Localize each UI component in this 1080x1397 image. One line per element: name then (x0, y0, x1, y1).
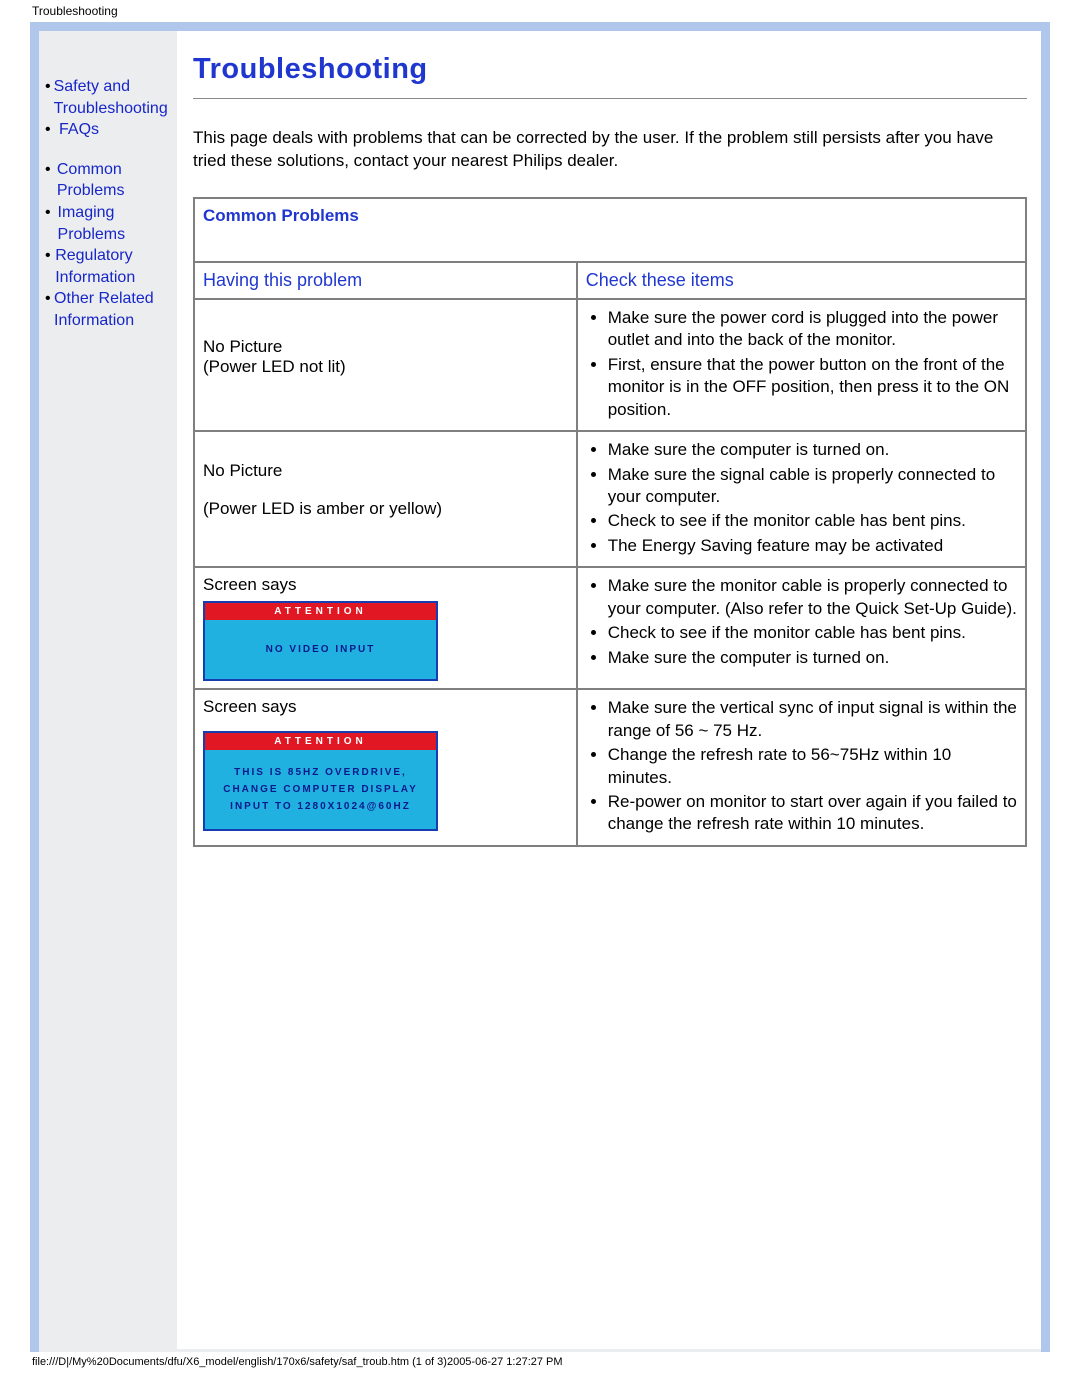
section-title: Common Problems (203, 206, 359, 225)
list-item: Make sure the vertical sync of input sig… (608, 697, 1017, 742)
list-item: Make sure the monitor cable is properly … (608, 575, 1017, 620)
list-item: Check to see if the monitor cable has be… (608, 510, 1017, 532)
col-head-check: Check these items (586, 270, 734, 290)
osd-attention-label: ATTENTION (205, 733, 436, 750)
intro-text: This page deals with problems that can b… (193, 127, 1027, 173)
check-list: Make sure the monitor cable is properly … (608, 575, 1017, 669)
sidebar-item-other-related-information[interactable]: Other Related Information (54, 288, 173, 331)
page-title: Troubleshooting (193, 53, 1027, 86)
problem-text: No Picture (203, 461, 568, 481)
osd-no-video-input: ATTENTION NO VIDEO INPUT (203, 601, 438, 681)
list-item: Make sure the signal cable is properly c… (608, 464, 1017, 509)
check-list: Make sure the power cord is plugged into… (608, 307, 1017, 421)
problem-text: No Picture (203, 337, 568, 357)
divider (193, 98, 1027, 99)
bullet-icon: • (45, 202, 58, 245)
osd-overdrive: ATTENTION THIS IS 85HZ OVERDRIVE, CHANGE… (203, 731, 438, 831)
list-item: Check to see if the monitor cable has be… (608, 622, 1017, 644)
bullet-icon: • (45, 119, 59, 141)
osd-attention-label: ATTENTION (205, 603, 436, 620)
check-list: Make sure the vertical sync of input sig… (608, 697, 1017, 836)
content-area: Troubleshooting This page deals with pro… (177, 31, 1041, 1349)
list-item: First, ensure that the power button on t… (608, 354, 1017, 421)
osd-body-text: THIS IS 85HZ OVERDRIVE, CHANGE COMPUTER … (205, 750, 436, 829)
page-frame: • Safety and Troubleshooting • FAQs • Co… (30, 22, 1050, 1352)
list-item: Re-power on monitor to start over again … (608, 791, 1017, 836)
bullet-icon: • (45, 76, 54, 119)
table-row: No Picture (Power LED not lit) Make sure… (194, 299, 1026, 431)
table-row: No Picture (Power LED is amber or yellow… (194, 431, 1026, 567)
problem-text: Screen says (203, 575, 568, 595)
bullet-icon: • (45, 288, 54, 331)
list-item: Make sure the power cord is plugged into… (608, 307, 1017, 352)
sidebar-item-faqs[interactable]: FAQs (59, 119, 99, 141)
sidebar-item-regulatory-information[interactable]: Regulatory Information (55, 245, 173, 288)
table-row: Screen says ATTENTION THIS IS 85HZ OVERD… (194, 689, 1026, 846)
sidebar-item-safety-troubleshooting[interactable]: Safety and Troubleshooting (54, 76, 173, 119)
list-item: Make sure the computer is turned on. (608, 439, 1017, 461)
problem-subtext: (Power LED not lit) (203, 357, 568, 377)
col-head-problem: Having this problem (203, 270, 362, 290)
problem-text: Screen says (203, 697, 568, 717)
problem-subtext: (Power LED is amber or yellow) (203, 499, 568, 519)
list-item: The Energy Saving feature may be activat… (608, 535, 1017, 557)
footer-path: file:///D|/My%20Documents/dfu/X6_model/e… (0, 1352, 1080, 1374)
window-title: Troubleshooting (0, 0, 1080, 22)
sidebar: • Safety and Troubleshooting • FAQs • Co… (39, 31, 177, 332)
sidebar-item-common-problems[interactable]: Common Problems (57, 159, 173, 202)
table-row: Screen says ATTENTION NO VIDEO INPUT Mak… (194, 567, 1026, 689)
osd-body-text: NO VIDEO INPUT (205, 620, 436, 679)
sidebar-item-imaging-problems[interactable]: Imaging Problems (58, 202, 173, 245)
bullet-icon: • (45, 245, 55, 288)
check-list: Make sure the computer is turned on. Mak… (608, 439, 1017, 557)
list-item: Make sure the computer is turned on. (608, 647, 1017, 669)
bullet-icon: • (45, 159, 57, 202)
troubleshooting-table: Common Problems Having this problem Chec… (193, 197, 1027, 847)
list-item: Change the refresh rate to 56~75Hz withi… (608, 744, 1017, 789)
